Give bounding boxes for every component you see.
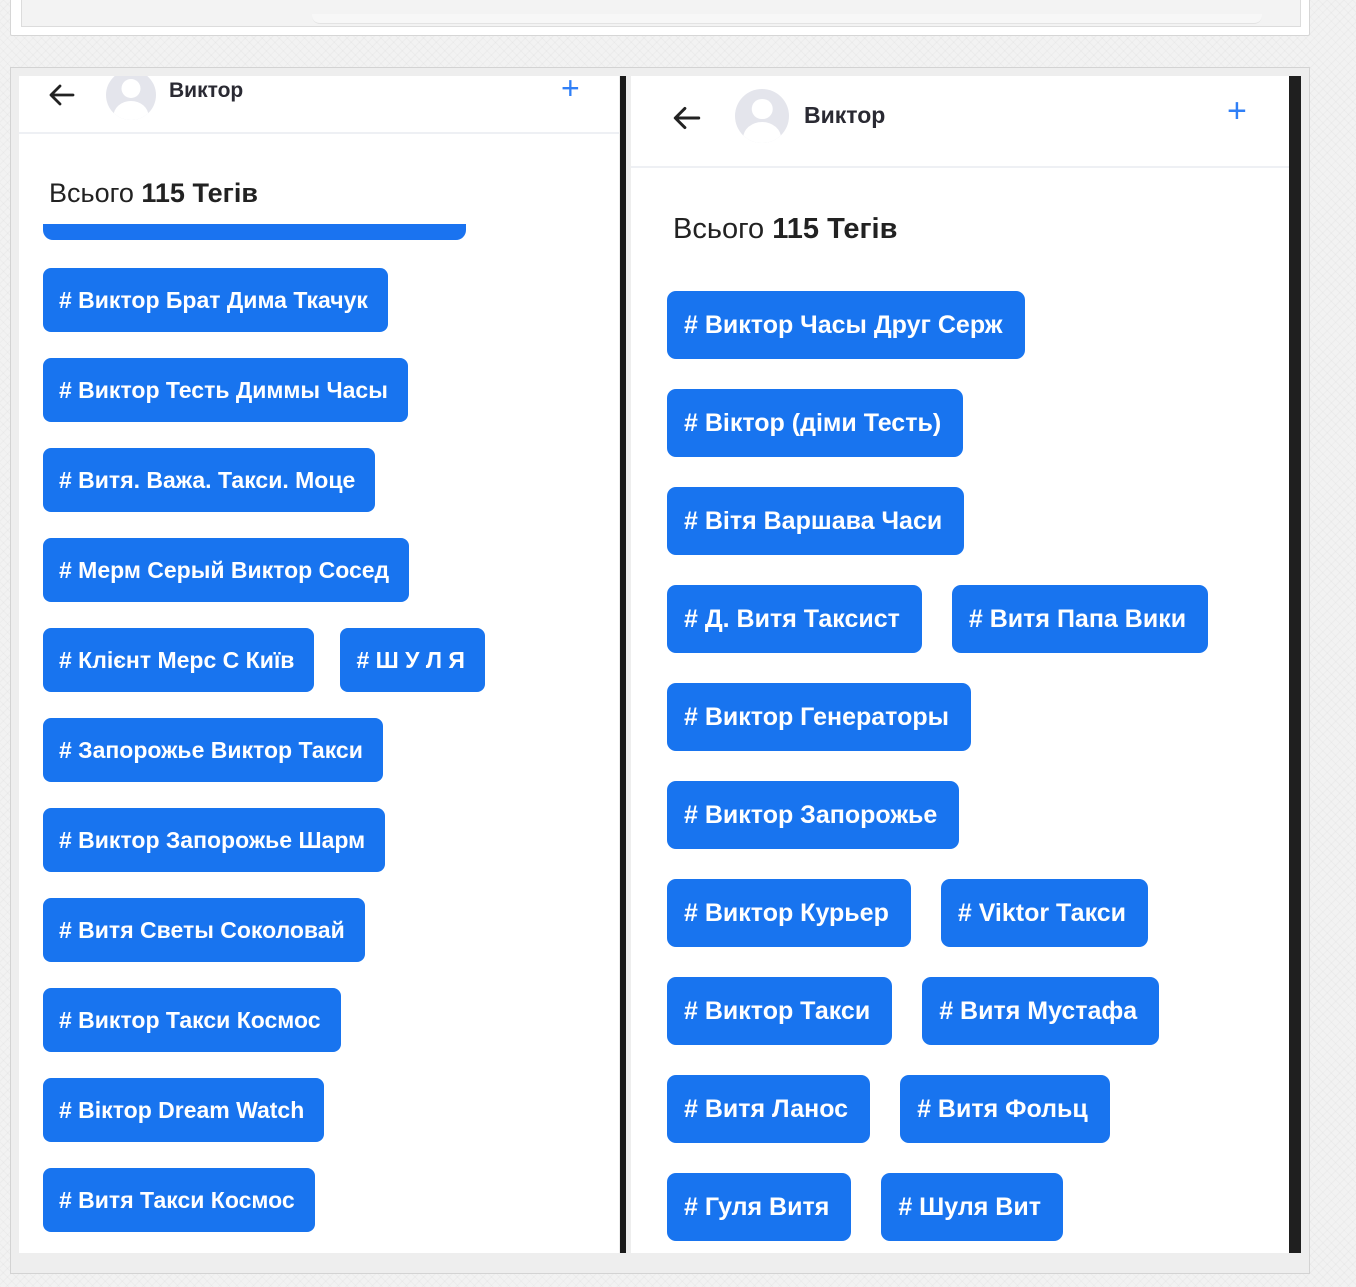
- tag-total-count: 115: [141, 178, 185, 208]
- tag-list: # Виктор Брат Дима Ткачук # Виктор Тесть …: [43, 268, 603, 1253]
- contact-name: Виктор: [804, 102, 886, 128]
- tag-chip[interactable]: # Ш У Л Я: [340, 628, 485, 692]
- tag-chip[interactable]: # Виктор Генераторы: [667, 683, 971, 751]
- tag-total: Всього 115 Тегів: [673, 213, 897, 246]
- tag-row: # Виктор Запорожье Шарм: [43, 808, 603, 872]
- tag-chip[interactable]: # Віктор Dream Watch: [43, 1078, 325, 1142]
- tag-row: # Витя Светы Соколовай: [43, 898, 603, 962]
- tag-chip[interactable]: # Витя Светы Соколовай: [43, 898, 365, 962]
- tag-chip[interactable]: # Віктор (діми Тесть): [667, 389, 964, 457]
- tag-row: # Мерм Серый Виктор Сосед: [43, 538, 603, 602]
- tag-chip[interactable]: # Вітя Варшава Часи: [667, 487, 965, 555]
- tag-total-suffix: Тегів: [827, 213, 898, 245]
- user-avatar-icon[interactable]: [106, 76, 156, 120]
- previous-card-inner: [21, 0, 1301, 27]
- previous-card-bar: [312, 14, 1262, 24]
- tag-chip[interactable]: # Виктор Тесть Диммы Часы: [43, 358, 408, 422]
- plus-icon[interactable]: +: [561, 76, 580, 107]
- tag-row: # Д. Витя Таксист # Витя Папа Вики: [667, 585, 1287, 653]
- tag-total-prefix: Всього: [673, 213, 765, 245]
- right-panel-edge: [1289, 76, 1301, 1253]
- tag-row: # Віктор (діми Тесть): [667, 389, 1287, 457]
- tag-chip[interactable]: # Витя Мустафа: [922, 977, 1160, 1045]
- tag-row: # Витя. Важа. Такси. Моце: [43, 448, 603, 512]
- tag-chip[interactable]: # Виктор Курьер: [667, 879, 911, 947]
- tag-row: # Виктор Генераторы: [667, 683, 1287, 751]
- tag-chip[interactable]: # Витя Папа Вики: [951, 585, 1209, 653]
- tag-row: # Віктор Dream Watch: [43, 1078, 603, 1142]
- tag-chip[interactable]: # Витя Фольц: [900, 1075, 1110, 1143]
- previous-card-fragment: [10, 0, 1310, 36]
- tag-chip[interactable]: # Виктор Такси: [667, 977, 893, 1045]
- tag-row: # Витя Такси Космос: [43, 1168, 603, 1232]
- screenshots-card: Виктор + Всього 115 Тегів # Виктор Брат …: [10, 67, 1310, 1274]
- tag-chip[interactable]: # Мерм Серый Виктор Сосед: [43, 538, 410, 602]
- tag-row: # Гуля Витя # Шуля Вит: [667, 1173, 1287, 1241]
- tag-chip[interactable]: # Виктор Запорожье Шарм: [43, 808, 386, 872]
- tag-row: # Витя Ланос # Витя Фольц: [667, 1075, 1287, 1143]
- tag-chip[interactable]: # Запорожье Виктор Такси: [43, 718, 383, 782]
- user-avatar-icon[interactable]: [735, 89, 789, 143]
- tag-row: # Виктор Брат Дима Ткачук: [43, 268, 603, 332]
- tag-row: # Вітя Варшава Часи: [667, 487, 1287, 555]
- arrow-left-icon[interactable]: [47, 80, 77, 110]
- left-screenshot: Виктор + Всього 115 Тегів # Виктор Брат …: [19, 76, 619, 1253]
- tag-total-count: 115: [772, 213, 820, 245]
- tag-row: # Виктор Курьер # Viktor Такси: [667, 879, 1287, 947]
- right-screenshot: Виктор + Всього 115 Тегів # Виктор Часы …: [631, 76, 1301, 1253]
- right-header: Виктор +: [631, 76, 1289, 168]
- tag-row: # Виктор Часы Друг Серж: [667, 291, 1287, 359]
- partial-tag[interactable]: [43, 224, 466, 240]
- tag-chip[interactable]: # Виктор Часы Друг Серж: [667, 291, 1025, 359]
- tag-total-suffix: Тегів: [192, 178, 258, 208]
- tag-chip[interactable]: # Шуля Вит: [881, 1173, 1063, 1241]
- tag-row: # Клієнт Мерс С Київ # Ш У Л Я: [43, 628, 603, 692]
- tag-chip[interactable]: # Виктор Запорожье: [667, 781, 960, 849]
- tag-chip[interactable]: # Виктор Такси Космос: [43, 988, 341, 1052]
- tag-row: # Запорожье Виктор Такси: [43, 718, 603, 782]
- tag-row: # Виктор Такси # Витя Мустафа: [667, 977, 1287, 1045]
- tag-row: # Виктор Тесть Диммы Часы: [43, 358, 603, 422]
- tag-list: # Виктор Часы Друг Серж # Віктор (діми Те…: [667, 291, 1287, 1253]
- tag-row: # Виктор Запорожье: [667, 781, 1287, 849]
- tag-chip[interactable]: # Виктор Брат Дима Ткачук: [43, 268, 388, 332]
- tag-chip[interactable]: # Гуля Витя: [667, 1173, 852, 1241]
- arrow-left-icon[interactable]: [671, 102, 703, 134]
- tag-chip[interactable]: # Витя. Важа. Такси. Моце: [43, 448, 376, 512]
- tag-chip[interactable]: # Клієнт Мерс С Київ: [43, 628, 315, 692]
- tag-total-prefix: Всього: [49, 178, 134, 208]
- tag-chip[interactable]: # Витя Ланос: [667, 1075, 871, 1143]
- tag-total: Всього 115 Тегів: [49, 178, 258, 209]
- contact-name: Виктор: [169, 79, 244, 102]
- tag-chip[interactable]: # Витя Такси Космос: [43, 1168, 315, 1232]
- tag-chip[interactable]: # Д. Витя Таксист: [667, 585, 922, 653]
- plus-icon[interactable]: +: [1227, 92, 1247, 131]
- left-header: Виктор +: [19, 76, 619, 134]
- tag-chip[interactable]: # Viktor Такси: [940, 879, 1149, 947]
- panel-divider: [620, 76, 626, 1253]
- tag-row: # Виктор Такси Космос: [43, 988, 603, 1052]
